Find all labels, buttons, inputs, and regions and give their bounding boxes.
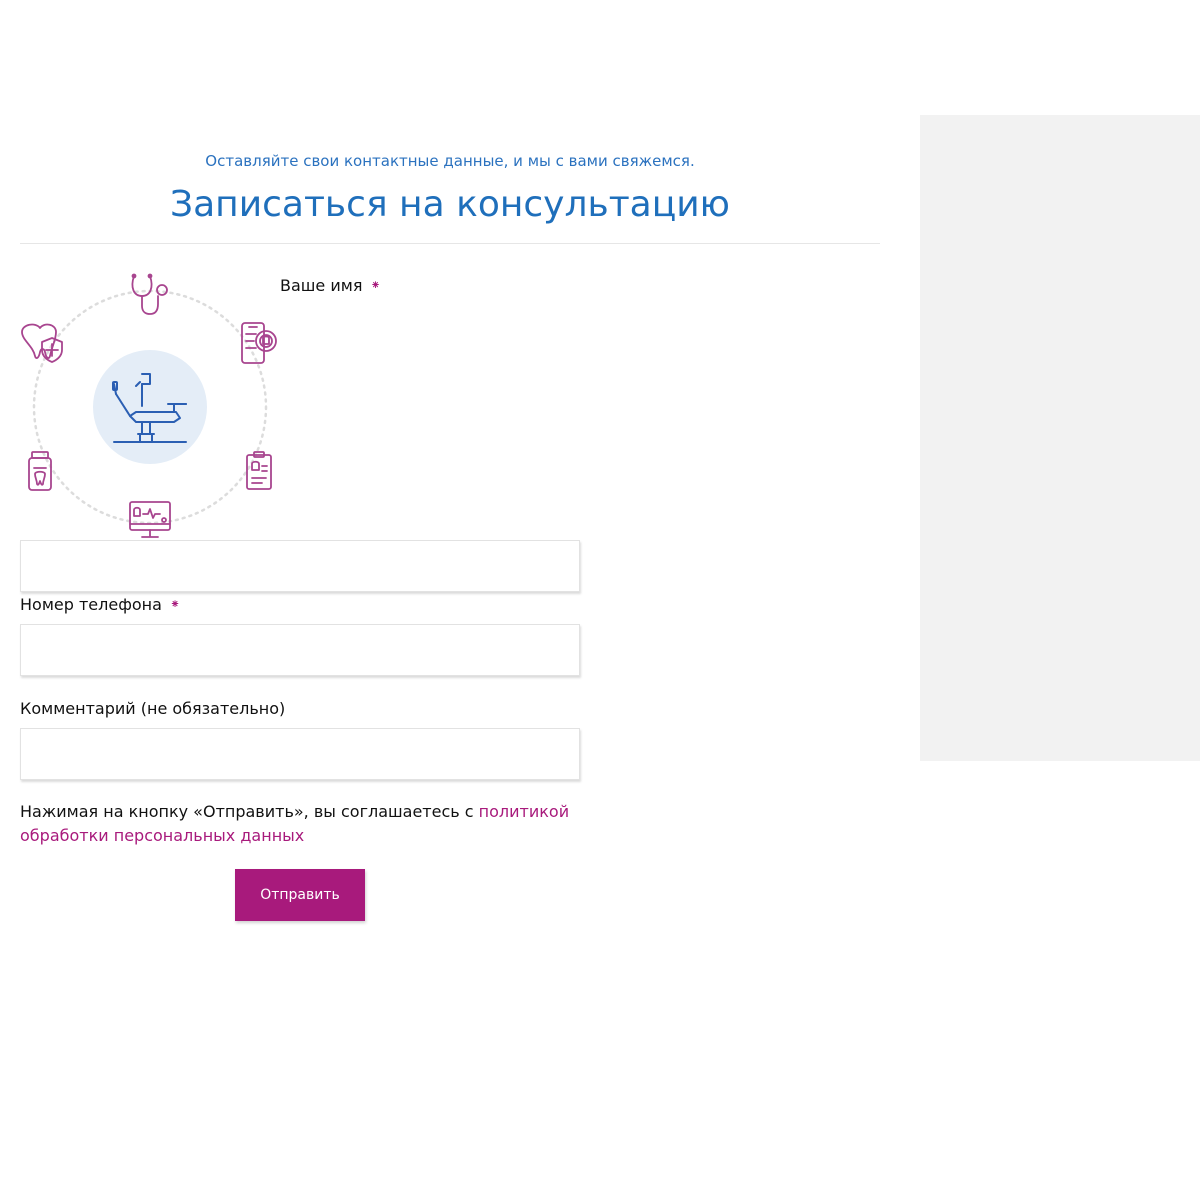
page-title: Записаться на консультацию <box>170 184 730 225</box>
phone-input[interactable] <box>20 624 580 676</box>
required-mark: ⁕ <box>169 597 181 611</box>
form-subtitle: Оставляйте свои контактные данные, и мы … <box>205 152 695 170</box>
consent-text: Нажимая на кнопку «Отправить», вы соглаш… <box>20 800 580 848</box>
phone-label-text: Номер телефона <box>20 595 162 614</box>
phone-label: Номер телефона ⁕ <box>20 595 180 614</box>
comment-input[interactable] <box>20 728 580 780</box>
sidebar-panel <box>920 115 1200 761</box>
consent-text-body: Нажимая на кнопку «Отправить», вы соглаш… <box>20 802 479 821</box>
name-input[interactable] <box>20 540 580 592</box>
title-divider <box>20 243 880 244</box>
dental-monitor-icon <box>129 501 171 538</box>
name-label-text: Ваше имя <box>280 276 363 295</box>
medicine-jar-icon <box>28 451 52 491</box>
stethoscope-icon <box>131 273 168 315</box>
name-label: Ваше имя ⁕ <box>280 276 381 295</box>
tooth-shield-icon <box>21 323 63 363</box>
required-mark: ⁕ <box>370 278 381 292</box>
comment-label: Комментарий (не обязательно) <box>20 699 286 718</box>
dental-illustration <box>18 268 282 544</box>
submit-button[interactable]: Отправить <box>235 869 365 921</box>
dental-record-icon <box>246 451 272 490</box>
